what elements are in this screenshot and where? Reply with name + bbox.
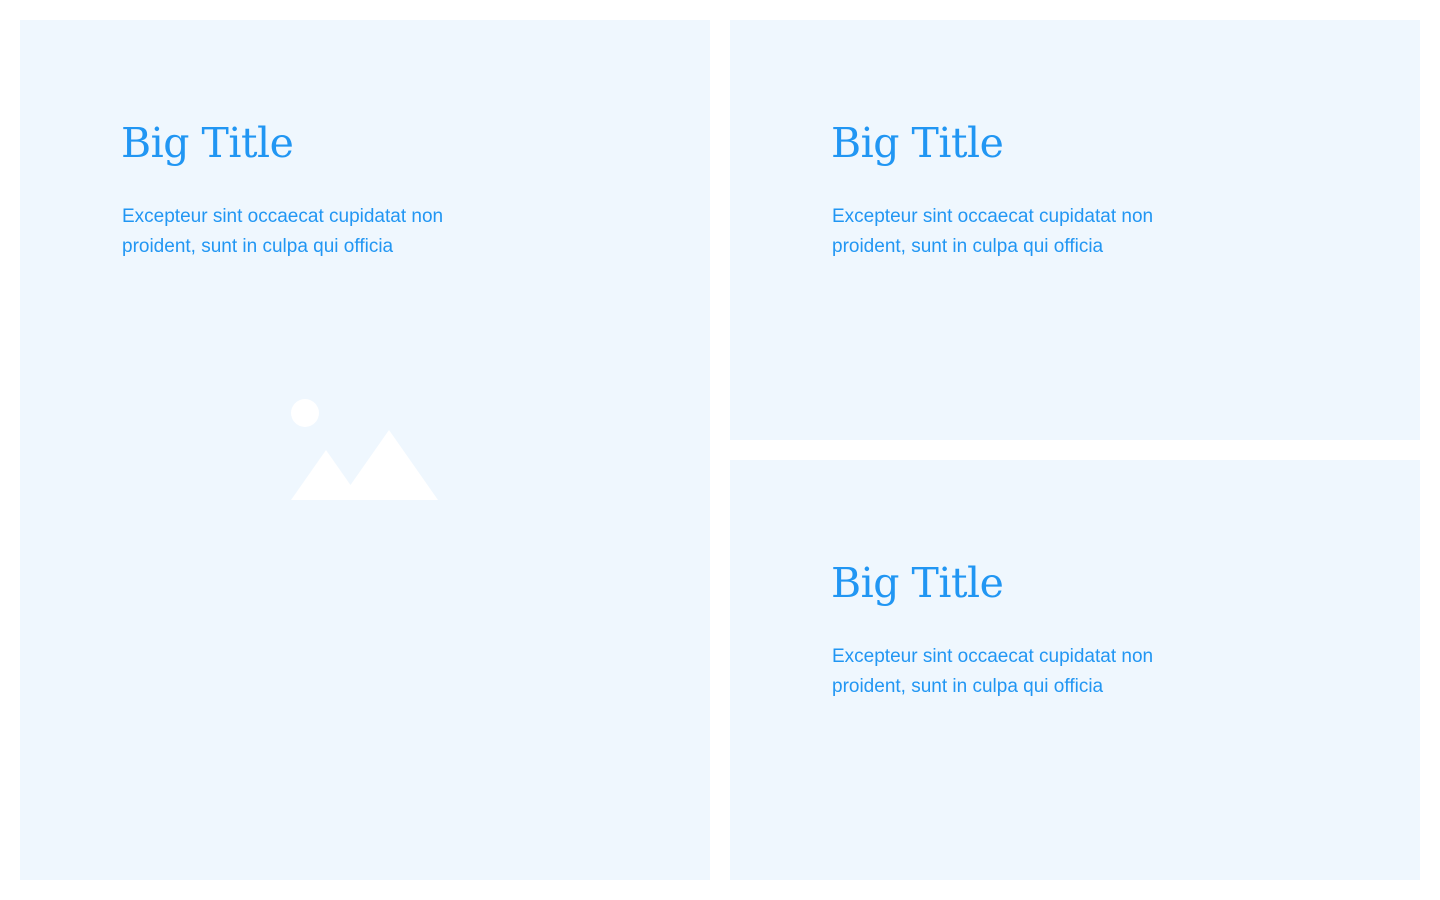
card-title: Big Title: [831, 559, 1004, 607]
card-title: Big Title: [121, 119, 294, 167]
feature-card-large: Big Title Excepteur sint occaecat cupida…: [20, 20, 710, 880]
card-title: Big Title: [831, 119, 1004, 167]
feature-card-top-right: Big Title Excepteur sint occaecat cupida…: [730, 20, 1420, 440]
feature-card-bottom-right: Big Title Excepteur sint occaecat cupida…: [730, 460, 1420, 880]
card-description: Excepteur sint occaecat cupidatat non pr…: [832, 646, 1154, 697]
card-description: Excepteur sint occaecat cupidatat non pr…: [122, 206, 444, 257]
card-description: Excepteur sint occaecat cupidatat non pr…: [832, 206, 1154, 257]
image-placeholder-icon: [291, 399, 438, 500]
